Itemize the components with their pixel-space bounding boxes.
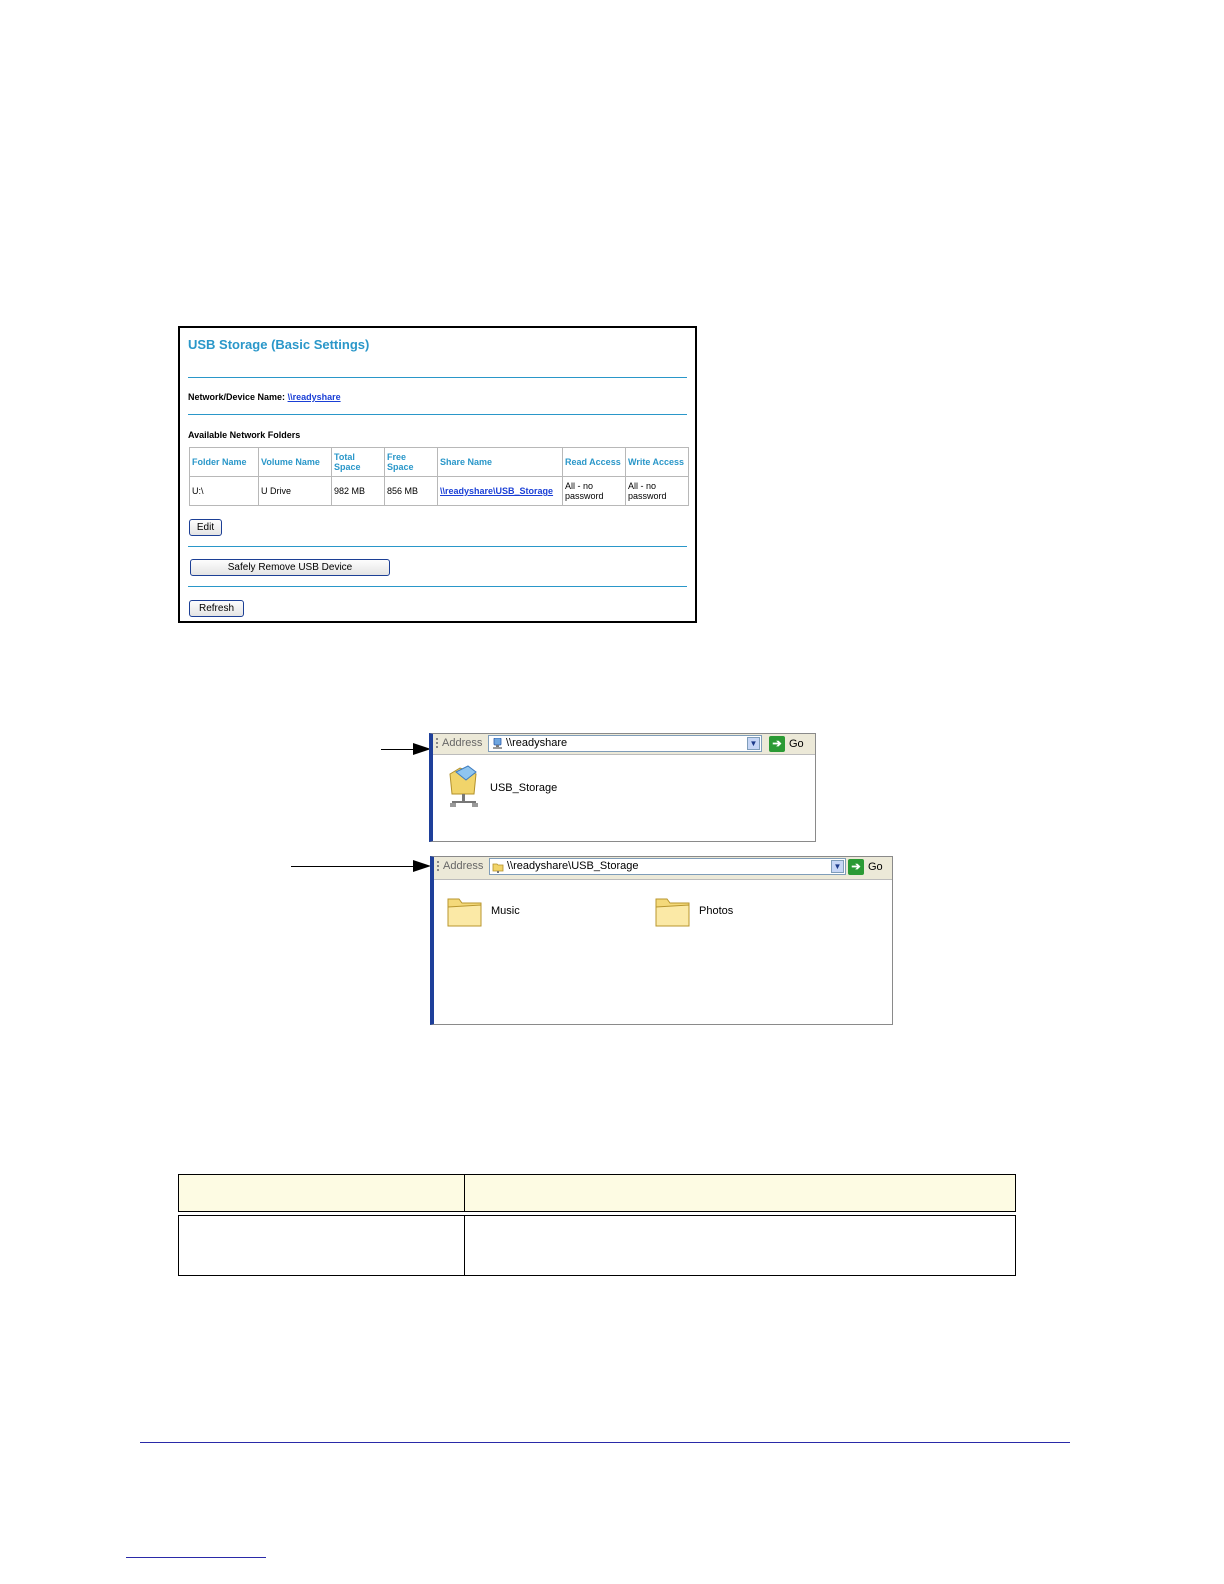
divider <box>188 546 687 547</box>
cell-read-access: All - no password <box>562 476 626 506</box>
address-input[interactable]: \\readyshare ▼ <box>488 735 762 752</box>
table-row <box>178 1215 1016 1276</box>
cell-write-access: All - no password <box>625 476 689 506</box>
col-volume-name: Volume Name <box>258 447 332 477</box>
go-button[interactable]: Go <box>789 738 804 750</box>
col-total-space: Total Space <box>331 447 385 477</box>
address-value: \\readyshare <box>506 737 568 749</box>
refresh-button[interactable]: Refresh <box>189 600 244 617</box>
go-arrow-icon[interactable]: ➔ <box>769 736 785 752</box>
cell-share-name: \\readyshare\USB_Storage <box>437 476 563 506</box>
address-label: Address <box>443 860 484 872</box>
col-write-access: Write Access <box>625 447 689 477</box>
network-computer-icon <box>493 738 502 749</box>
callout-arrow-head <box>413 860 431 872</box>
available-folders-heading: Available Network Folders <box>188 430 301 440</box>
item-label-usb-storage[interactable]: USB_Storage <box>490 782 557 794</box>
panel-title: USB Storage (Basic Settings) <box>188 337 370 352</box>
table-header-row <box>178 1174 1016 1212</box>
callout-arrow-line <box>381 749 415 750</box>
cell-volume-name: U Drive <box>258 476 332 506</box>
network-share-icon[interactable] <box>446 764 482 810</box>
item-label-music[interactable]: Music <box>491 905 520 917</box>
item-label-photos[interactable]: Photos <box>699 905 733 917</box>
address-bar: Address \\readyshare ▼ ➔ Go <box>433 734 815 755</box>
cell-folder-name: U:\ <box>189 476 259 506</box>
device-name-label: Network/Device Name: <box>188 392 286 402</box>
toolbar-grip[interactable] <box>436 738 438 750</box>
address-label: Address <box>442 737 483 749</box>
footer-rule <box>140 1442 1070 1443</box>
edit-button[interactable]: Edit <box>189 519 222 536</box>
network-folder-icon <box>492 863 504 873</box>
explorer-window-readyshare: Address \\readyshare ▼ ➔ Go USB_Storage <box>429 733 816 842</box>
address-value: \\readyshare\USB_Storage <box>507 860 639 872</box>
chevron-down-icon[interactable]: ▼ <box>831 860 844 873</box>
address-input[interactable]: \\readyshare\USB_Storage ▼ <box>489 858 846 875</box>
folder-icon[interactable] <box>446 893 484 929</box>
divider <box>188 586 687 587</box>
go-arrow-icon[interactable]: ➔ <box>848 859 864 875</box>
callout-arrow-line <box>291 866 415 867</box>
col-share-name: Share Name <box>437 447 563 477</box>
table-row: U:\ U Drive 982 MB 856 MB \\readyshare\U… <box>189 476 689 506</box>
safely-remove-usb-button[interactable]: Safely Remove USB Device <box>190 559 390 576</box>
col-free-space: Free Space <box>384 447 438 477</box>
column-divider <box>464 1216 465 1275</box>
folder-icon[interactable] <box>654 893 692 929</box>
network-folders-table: Folder Name Volume Name Total Space Free… <box>189 447 689 506</box>
column-divider <box>464 1175 465 1211</box>
device-name-link[interactable]: \\readyshare <box>288 392 341 402</box>
footer-rule-short <box>126 1557 266 1558</box>
divider <box>188 414 687 415</box>
toolbar-grip[interactable] <box>437 861 439 873</box>
cell-free-space: 856 MB <box>384 476 438 506</box>
share-name-link[interactable]: \\readyshare\USB_Storage <box>440 486 553 496</box>
chevron-down-icon[interactable]: ▼ <box>747 737 760 750</box>
device-name-row: Network/Device Name: \\readyshare <box>188 392 341 402</box>
usb-storage-panel: USB Storage (Basic Settings) Network/Dev… <box>178 326 697 623</box>
table-header-row: Folder Name Volume Name Total Space Free… <box>189 447 689 477</box>
cell-total-space: 982 MB <box>331 476 385 506</box>
go-button[interactable]: Go <box>868 861 883 873</box>
col-read-access: Read Access <box>562 447 626 477</box>
address-bar: Address \\readyshare\USB_Storage ▼ ➔ Go <box>434 857 892 880</box>
col-folder-name: Folder Name <box>189 447 259 477</box>
explorer-window-usb-storage: Address \\readyshare\USB_Storage ▼ ➔ Go … <box>430 856 893 1025</box>
divider <box>188 377 687 378</box>
